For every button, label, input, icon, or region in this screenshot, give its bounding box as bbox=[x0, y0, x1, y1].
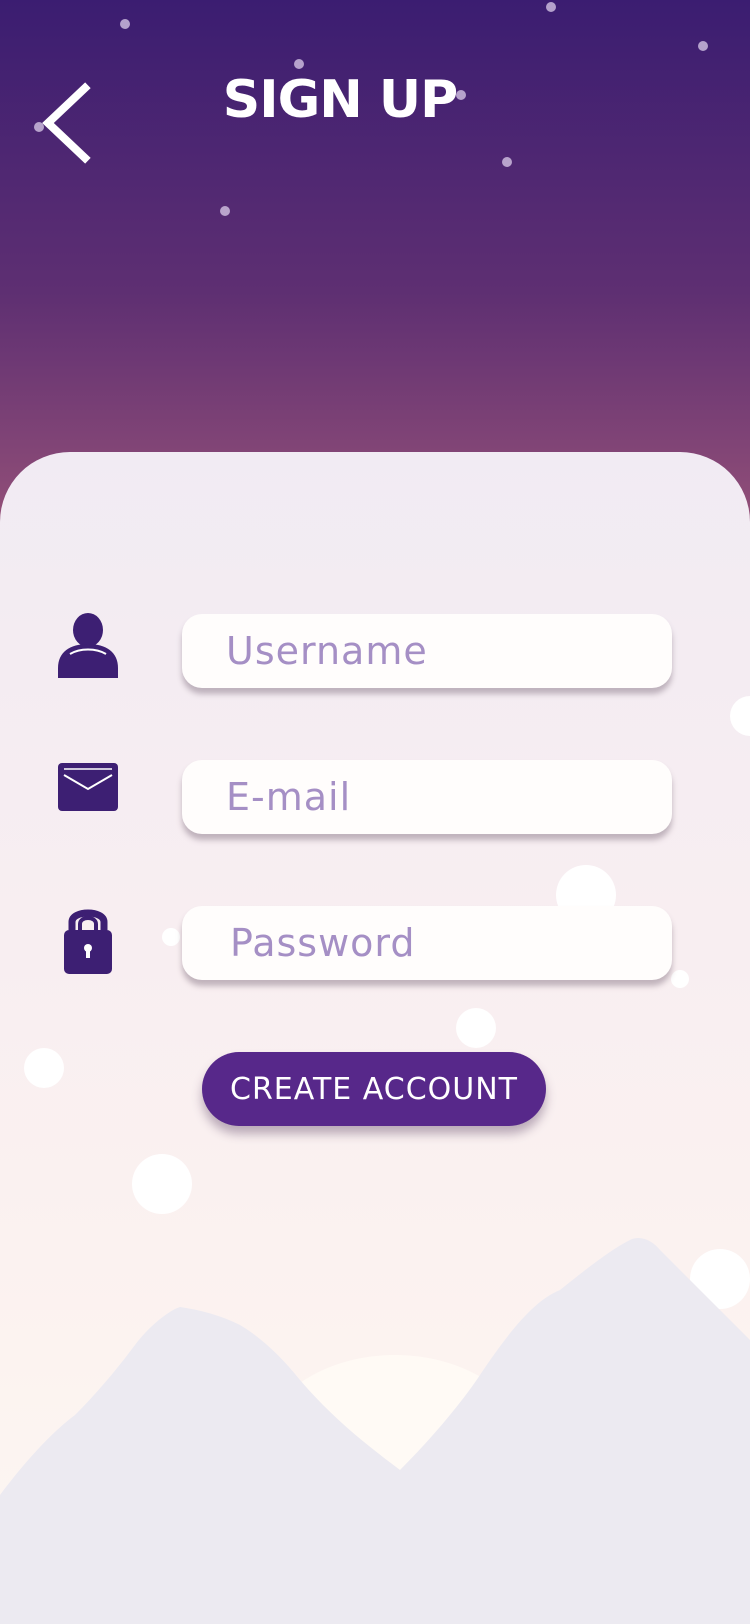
mountains-illustration bbox=[0, 1238, 750, 1624]
page-title: SIGN UP bbox=[222, 70, 458, 130]
star-decoration bbox=[502, 157, 512, 167]
password-row bbox=[0, 906, 750, 986]
username-input[interactable] bbox=[182, 614, 672, 688]
user-icon bbox=[58, 613, 118, 678]
email-row bbox=[0, 760, 750, 840]
bubble-decoration bbox=[132, 1154, 192, 1214]
star-decoration bbox=[698, 41, 708, 51]
star-decoration bbox=[546, 2, 556, 12]
star-decoration bbox=[120, 19, 130, 29]
password-input[interactable] bbox=[182, 906, 672, 980]
lock-icon bbox=[64, 909, 112, 974]
signup-screen: SIGN UP Username E-mail CREATE ACCOUNT bbox=[0, 0, 750, 1624]
envelope-icon bbox=[58, 763, 118, 811]
bubble-decoration bbox=[730, 696, 750, 736]
create-account-button[interactable]: CREATE ACCOUNT bbox=[202, 1052, 546, 1126]
email-input[interactable] bbox=[182, 760, 672, 834]
username-row bbox=[0, 613, 750, 694]
bubble-decoration bbox=[456, 1008, 496, 1048]
bubble-decoration bbox=[24, 1048, 64, 1088]
star-decoration bbox=[220, 206, 230, 216]
star-decoration bbox=[294, 59, 304, 69]
